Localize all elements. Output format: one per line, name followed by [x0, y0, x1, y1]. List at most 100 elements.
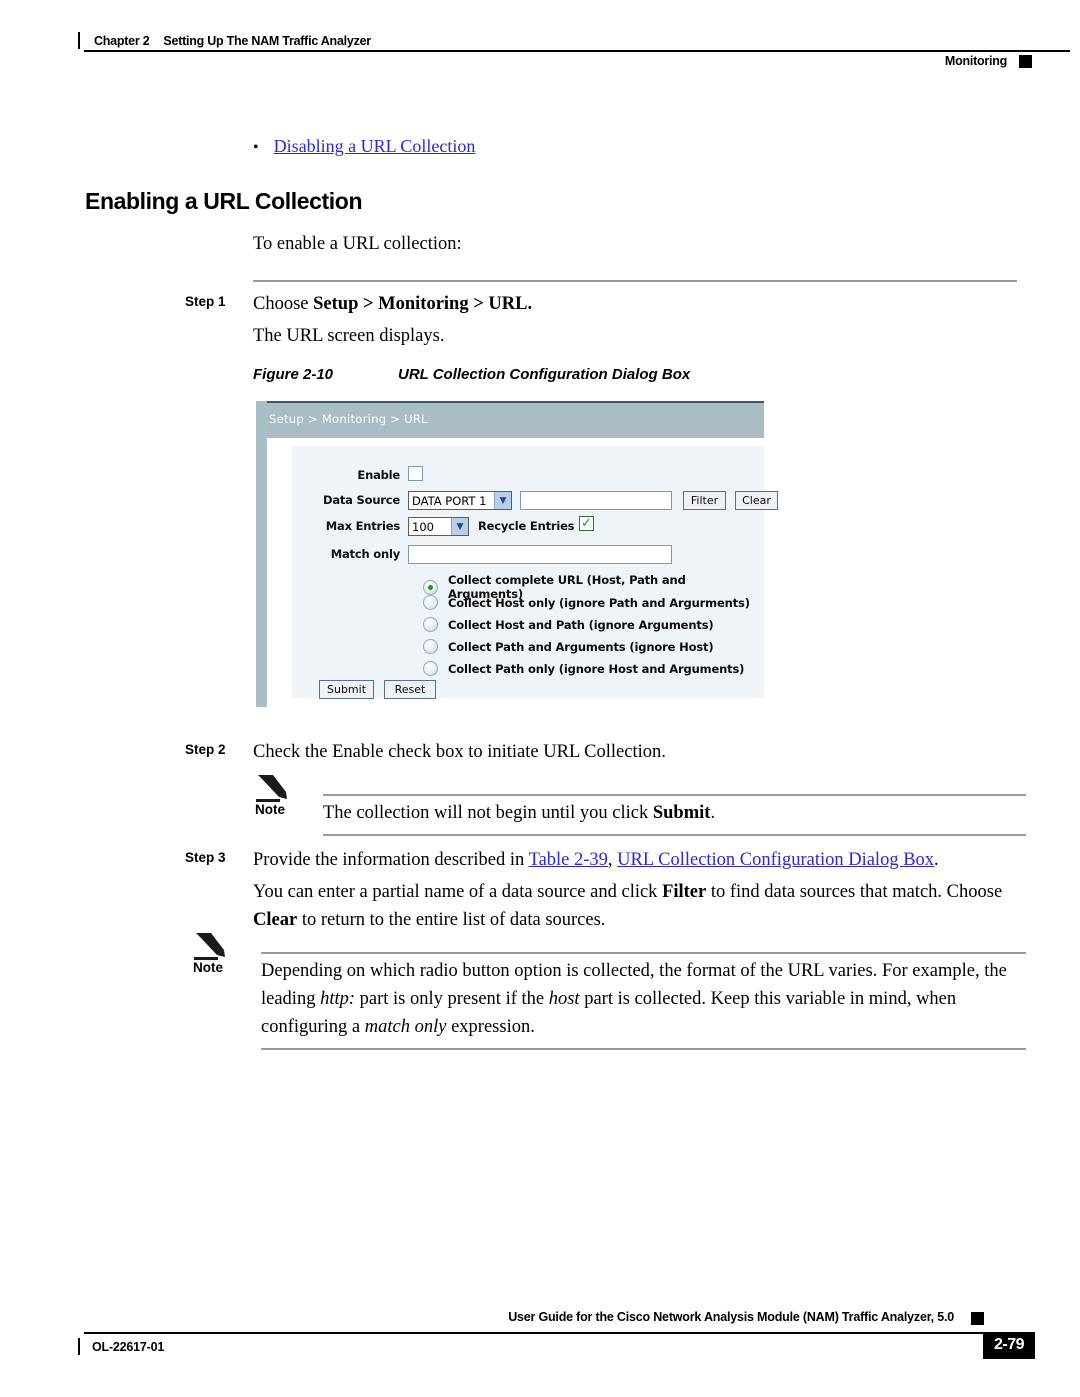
- recycle-entries-label: Recycle Entries: [478, 519, 575, 533]
- filter-clear-buttons: Filter Clear: [683, 491, 778, 510]
- radio-label: Collect Path only (ignore Host and Argum…: [448, 661, 745, 676]
- note-line-b-mid: part is only present if the: [355, 989, 549, 1009]
- footer-rule: [84, 1332, 984, 1334]
- note-line-b-prefix: leading: [261, 989, 321, 1009]
- breadcrumb: Setup > Monitoring > URL: [269, 412, 428, 426]
- running-footer: User Guide for the Cisco Network Analysi…: [78, 1310, 1035, 1370]
- note-emphasis-host: host: [548, 989, 580, 1009]
- reset-button[interactable]: Reset: [384, 680, 436, 699]
- note-text-bold: Submit: [652, 803, 711, 823]
- radio-label: Collect Host only (ignore Path and Argur…: [448, 595, 750, 610]
- recycle-entries-label-wrap: Recycle Entries: [478, 519, 575, 533]
- step-3-suffix: .: [934, 850, 939, 870]
- max-entries-select-wrap: 100 ▼: [408, 517, 469, 536]
- data-source-filter-input-wrap: [520, 491, 672, 510]
- header-section-label: Monitoring: [944, 54, 1007, 68]
- recycle-entries-checkbox-wrap: ✓: [579, 516, 594, 531]
- pencil-icon: [193, 930, 227, 960]
- enable-checkbox[interactable]: [408, 466, 423, 481]
- figure-title: URL Collection Configuration Dialog Box: [398, 366, 691, 383]
- footer-tick-mark: [78, 1338, 80, 1355]
- url-collection-dialog-screenshot: Setup > Monitoring > URL Enable Data Sou…: [256, 401, 778, 707]
- note-rule-top: [261, 952, 1026, 954]
- header-square-marker: [1019, 54, 1032, 68]
- radio-label: Collect Host and Path (ignore Arguments): [448, 617, 714, 632]
- max-entries-select[interactable]: 100 ▼: [408, 517, 469, 536]
- match-only-input-wrap: [408, 545, 672, 564]
- data-source-select-value: DATA PORT 1: [412, 493, 487, 508]
- step-3-para-prefix: You can enter a partial name of a data s…: [253, 882, 663, 902]
- note-line-b-end: part is collected. Keep this variable in…: [579, 989, 957, 1009]
- recycle-entries-checkbox[interactable]: ✓: [579, 516, 594, 531]
- note-line-c-prefix: configuring a: [261, 1017, 365, 1037]
- note-text: Depending on which radio button option i…: [261, 957, 1031, 1041]
- radio-option-path-only[interactable]: Collect Path only (ignore Host and Argum…: [423, 661, 744, 676]
- match-only-input[interactable]: [408, 545, 672, 564]
- step-1-body: Choose Setup > Monitoring > URL.: [253, 290, 1025, 318]
- header-right-group: Monitoring: [932, 54, 1032, 68]
- step-3-prefix: Provide the information described in: [253, 850, 529, 870]
- note-emphasis-match-only: match only: [364, 1017, 447, 1037]
- radio-label: Collect Path and Arguments (ignore Host): [448, 639, 714, 654]
- chevron-down-icon: ▼: [451, 518, 468, 535]
- footer-square-marker: [971, 1312, 984, 1325]
- step-1-label: Step 1: [185, 294, 226, 309]
- step-1-subline: The URL screen displays.: [253, 326, 445, 346]
- dialog-left-sidebar: [256, 401, 267, 707]
- radio-icon: [423, 639, 438, 654]
- radio-icon: [423, 661, 438, 676]
- step-2-label: Step 2: [185, 742, 226, 757]
- step-3-label: Step 3: [185, 850, 226, 865]
- radio-option-host-and-path[interactable]: Collect Host and Path (ignore Arguments): [423, 617, 714, 632]
- header-chapter-number: Chapter 2: [94, 33, 150, 48]
- dialog-body: Enable Data Source DATA PORT 1 ▼ Filter …: [267, 438, 778, 707]
- footer-doc-id: OL-22617-01: [92, 1339, 165, 1354]
- bullet-list-item: • Disabling a URL Collection: [253, 136, 475, 157]
- link-table-2-39[interactable]: Table 2-39: [529, 850, 608, 870]
- note-text-prefix: The collection will not begin until you …: [323, 803, 653, 823]
- link-url-collection-config-dialog-box[interactable]: URL Collection Configuration Dialog Box: [617, 850, 934, 870]
- data-source-filter-input[interactable]: [520, 491, 672, 510]
- radio-selected-dot: [427, 584, 433, 590]
- chevron-down-icon: ▼: [494, 492, 511, 509]
- note-line-c-end: expression.: [446, 1017, 535, 1037]
- dialog-form-panel: Enable Data Source DATA PORT 1 ▼ Filter …: [292, 446, 778, 699]
- submit-button[interactable]: Submit: [319, 680, 374, 699]
- note-rule-top: [323, 794, 1026, 796]
- step-3-para-mid: to find data sources that match. Choose: [706, 882, 1003, 902]
- running-header: Chapter 2 Setting Up The NAM Traffic Ana…: [78, 32, 1070, 80]
- note-text: The collection will not begin until you …: [323, 799, 1080, 827]
- step-3-para-end: to return to the entire list of data sou…: [297, 910, 606, 930]
- data-source-select[interactable]: DATA PORT 1 ▼: [408, 491, 512, 510]
- page-number-badge: 2-79: [982, 1332, 1035, 1359]
- radio-icon: [423, 595, 438, 610]
- step-3-para-bold-clear: Clear: [253, 910, 298, 930]
- step-3-para-bold-filter: Filter: [662, 882, 707, 902]
- data-source-label: Data Source: [322, 493, 400, 507]
- note-label: Note: [255, 802, 285, 817]
- note-text-suffix: .: [710, 803, 716, 823]
- max-entries-select-value: 100: [412, 519, 434, 534]
- header-rule: [84, 50, 1070, 52]
- radio-icon: [423, 579, 438, 595]
- step-3-body: Provide the information described in Tab…: [253, 846, 1025, 874]
- note-emphasis-http: http:: [320, 989, 356, 1009]
- data-source-label-wrap: Data Source: [292, 493, 400, 507]
- bullet-marker: •: [253, 139, 259, 156]
- header-left-group: Chapter 2 Setting Up The NAM Traffic Ana…: [78, 32, 381, 49]
- filter-button[interactable]: Filter: [683, 491, 726, 510]
- pencil-icon: [255, 772, 289, 802]
- enable-label: Enable: [357, 468, 400, 482]
- radio-option-host-only[interactable]: Collect Host only (ignore Path and Argur…: [423, 595, 750, 610]
- dialog-action-buttons: Submit Reset: [319, 680, 436, 699]
- radio-option-path-and-arguments[interactable]: Collect Path and Arguments (ignore Host): [423, 639, 714, 654]
- enable-label-wrap: Enable: [300, 468, 400, 482]
- max-entries-label: Max Entries: [325, 519, 400, 533]
- link-disabling-url-collection[interactable]: Disabling a URL Collection: [274, 136, 476, 157]
- header-tick-mark: [78, 32, 80, 49]
- page-title: Enabling a URL Collection: [85, 188, 363, 214]
- header-chapter-title: Setting Up The NAM Traffic Analyzer: [163, 33, 371, 48]
- intro-paragraph: To enable a URL collection:: [253, 234, 462, 254]
- clear-button[interactable]: Clear: [735, 491, 778, 510]
- match-only-label: Match only: [330, 547, 400, 561]
